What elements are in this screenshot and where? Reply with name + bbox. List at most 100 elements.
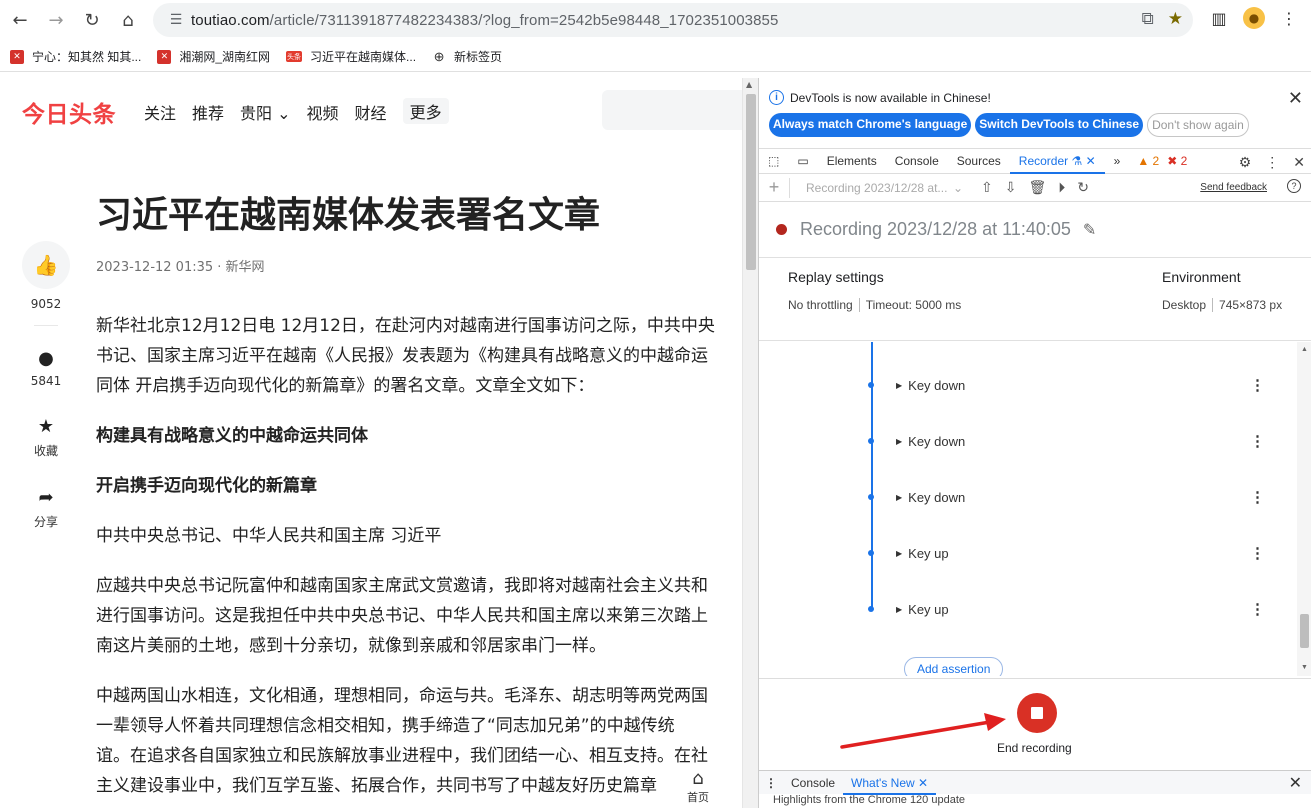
step-dot — [868, 494, 874, 500]
replay-slow-icon[interactable]: ↻ — [1077, 179, 1089, 196]
comment-count: 5841 — [30, 374, 62, 388]
expand-triangle-icon[interactable]: ▶ — [896, 437, 902, 446]
tab-sources[interactable]: Sources — [948, 148, 1010, 174]
replay-settings-label: Replay settings — [788, 269, 884, 285]
bookmarks-bar: ✕ 宁心：知其然 知其... ✕ 湘潮网_湖南红网 头条 习近平在越南媒体...… — [0, 42, 1311, 72]
step-item[interactable]: ▶ Key up ⋮ — [867, 543, 1287, 563]
tab-console[interactable]: Console — [886, 148, 948, 174]
steps-scrollbar[interactable]: ▲ ▼ — [1297, 342, 1311, 676]
end-recording-button[interactable] — [1017, 693, 1057, 733]
create-recording-icon[interactable]: + — [759, 177, 789, 198]
scroll-thumb[interactable] — [746, 94, 756, 270]
step-dot — [868, 438, 874, 444]
address-url[interactable]: toutiao.com/article/7311391877482234383/… — [191, 12, 778, 29]
reload-icon[interactable]: ↻ — [74, 2, 110, 38]
step-menu-icon[interactable]: ⋮ — [1250, 432, 1265, 450]
tab-recorder[interactable]: Recorder ⚗ ✕ — [1009, 148, 1105, 174]
home-icon[interactable]: ⌂ — [110, 2, 146, 38]
step-item[interactable]: ▶ Key down ⋮ — [867, 431, 1287, 451]
share-icon[interactable]: ➦ — [38, 487, 53, 509]
expand-triangle-icon[interactable]: ▶ — [896, 381, 902, 390]
step-item[interactable]: ▶ Key down ⋮ — [867, 487, 1287, 507]
step-item[interactable]: ▶ Key up ⋮ — [867, 599, 1287, 619]
nav-item[interactable]: 视频 — [307, 100, 339, 124]
settings-gear-icon[interactable]: ⚙ — [1239, 154, 1252, 171]
nav-item[interactable]: 贵阳 ⌄ — [240, 100, 291, 124]
step-menu-icon[interactable]: ⋮ — [1250, 544, 1265, 562]
step-menu-icon[interactable]: ⋮ — [1250, 376, 1265, 394]
dont-show-again-button[interactable]: Don't show again — [1147, 113, 1249, 137]
drawer-tab-whats-new[interactable]: What's New ✕ — [843, 771, 937, 795]
recording-steps: ▶ Key down ⋮ ▶ Key down ⋮ ▶ Key down ⋮ ▶… — [759, 342, 1297, 676]
devtools-menu-icon[interactable]: ⋮ — [1265, 154, 1279, 171]
profile-avatar[interactable]: ● — [1243, 7, 1265, 29]
delete-icon[interactable]: 🗑 — [1028, 179, 1046, 196]
device-toggle-icon[interactable]: ▭ — [788, 148, 817, 174]
comment-icon[interactable]: ● — [38, 348, 54, 370]
edit-pencil-icon[interactable]: ✎ — [1083, 220, 1096, 240]
tab-elements[interactable]: Elements — [818, 148, 886, 174]
nav-more[interactable]: 更多 — [402, 98, 449, 124]
home-float-button[interactable]: ⌂ 首页 — [680, 768, 716, 808]
bookmark-item[interactable]: ✕ 湘潮网_湖南红网 — [157, 48, 270, 65]
match-language-button[interactable]: Always match Chrome's language — [769, 113, 972, 137]
switch-language-button[interactable]: Switch DevTools to Chinese — [975, 113, 1144, 137]
subheading: 开启携手迈向现代化的新篇章 — [96, 476, 317, 496]
close-icon[interactable]: ✕ — [1288, 88, 1303, 109]
drawer-content: Highlights from the Chrome 120 update — [773, 794, 965, 806]
send-feedback-link[interactable]: Send feedback — [1200, 182, 1267, 193]
site-nav: 关注 推荐 贵阳 ⌄ 视频 财经 更多 — [144, 98, 449, 124]
scroll-thumb[interactable] — [1300, 614, 1309, 648]
env-size: 745×873 px — [1212, 298, 1282, 312]
close-drawer-icon[interactable]: ✕ — [1289, 773, 1302, 793]
expand-triangle-icon[interactable]: ▶ — [896, 605, 902, 614]
site-logo[interactable]: 今日头条 — [22, 95, 116, 129]
page-scrollbar[interactable]: ▲ — [742, 78, 758, 808]
share-label: 分享 — [33, 515, 58, 529]
bookmark-favicon-icon: ✕ — [157, 49, 172, 64]
help-icon[interactable]: ? — [1287, 179, 1301, 193]
close-devtools-icon[interactable]: ✕ — [1293, 154, 1305, 171]
expand-triangle-icon[interactable]: ▶ — [896, 493, 902, 502]
like-icon[interactable]: 👍 — [22, 241, 70, 289]
side-panel-icon[interactable]: ▥ — [1207, 6, 1231, 30]
bookmark-star-icon[interactable]: ★ — [1168, 9, 1183, 29]
drawer-tab-console[interactable]: Console — [783, 771, 843, 795]
scroll-up-icon[interactable]: ▲ — [746, 80, 752, 89]
import-icon[interactable]: ⇩ — [1005, 179, 1017, 196]
nav-item[interactable]: 关注 — [144, 100, 176, 124]
back-icon[interactable]: ← — [2, 2, 38, 38]
nav-item[interactable]: 推荐 — [192, 100, 224, 124]
address-bar[interactable]: ☰ toutiao.com/article/731139187748223438… — [153, 3, 1193, 37]
expand-triangle-icon[interactable]: ▶ — [896, 549, 902, 558]
scroll-down-icon[interactable]: ▼ — [1301, 664, 1308, 671]
devtools-tabbar: ⬚ ▭ Elements Console Sources Recorder ⚗ … — [759, 148, 1311, 174]
inspect-element-icon[interactable]: ⬚ — [759, 148, 788, 174]
site-info-icon[interactable]: ☰ — [161, 12, 191, 28]
throttling-value[interactable]: No throttling — [788, 298, 853, 312]
devtools-panel: i DevTools is now available in Chinese! … — [758, 78, 1311, 808]
bookmark-item[interactable]: ⊕ 新标签页 — [432, 48, 502, 65]
chrome-menu-icon[interactable]: ⋮ — [1277, 6, 1301, 30]
recording-select[interactable]: Recording 2023/12/28 at... ⌄ — [789, 177, 969, 198]
timeout-value[interactable]: Timeout: 5000 ms — [858, 298, 961, 312]
export-icon[interactable]: ⇧ — [981, 179, 993, 196]
step-menu-icon[interactable]: ⋮ — [1250, 488, 1265, 506]
bookmark-item[interactable]: 头条 习近平在越南媒体... — [286, 48, 416, 65]
warning-badge[interactable]: ▲ 2 — [1137, 154, 1159, 168]
cast-icon[interactable]: ⧉ — [1142, 9, 1154, 29]
favorite-star-icon[interactable]: ★ — [38, 416, 54, 438]
add-assertion-button[interactable]: Add assertion — [904, 657, 1004, 676]
drawer-menu-icon[interactable]: ⋮ — [759, 776, 783, 790]
scroll-up-icon[interactable]: ▲ — [1301, 346, 1308, 353]
replay-step-icon[interactable]: ⏵ — [1058, 179, 1065, 196]
bookmark-item[interactable]: ✕ 宁心：知其然 知其... — [10, 48, 141, 65]
error-badge[interactable]: ✖ 2 — [1167, 154, 1187, 168]
site-search-input[interactable] — [602, 90, 742, 130]
like-count: 9052 — [30, 297, 62, 311]
more-tabs-icon[interactable]: » — [1105, 148, 1130, 174]
step-item[interactable]: ▶ Key down ⋮ — [867, 375, 1287, 395]
step-menu-icon[interactable]: ⋮ — [1250, 600, 1265, 618]
nav-item[interactable]: 财经 — [355, 100, 387, 124]
forward-icon[interactable]: → — [38, 2, 74, 38]
